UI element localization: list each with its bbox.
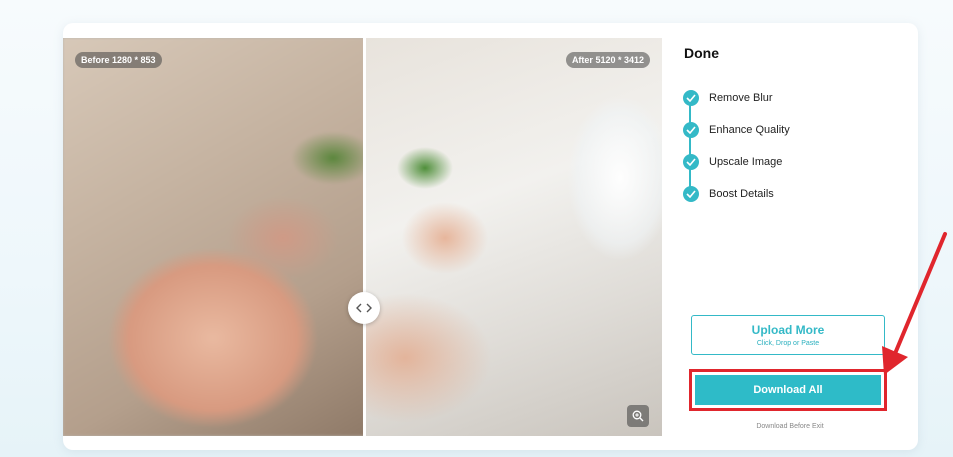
compare-handle[interactable]: [348, 292, 380, 324]
upload-more-label: Upload More: [751, 323, 825, 337]
red-arrow-icon: [882, 232, 947, 375]
check-icon: [683, 186, 699, 202]
download-highlight-box: Download All: [689, 369, 887, 411]
step-label: Enhance Quality: [709, 124, 790, 136]
download-all-button[interactable]: Download All: [695, 375, 881, 405]
zoom-button[interactable]: [627, 405, 649, 427]
after-size-badge: After 5120 * 3412: [565, 52, 650, 68]
step-item: Remove Blur: [683, 89, 773, 107]
upload-more-button[interactable]: Upload More Click, Drop or Paste: [691, 315, 885, 355]
compare-handle-icon: [356, 303, 372, 313]
step-label: Remove Blur: [709, 92, 773, 104]
before-image: [63, 38, 365, 436]
result-card: Before 1280 * 853 After 5120 * 3412 Done…: [63, 23, 918, 450]
check-icon: [683, 122, 699, 138]
before-size-badge: Before 1280 * 853: [75, 52, 162, 68]
download-all-label: Download All: [753, 384, 823, 396]
status-title: Done: [684, 45, 719, 61]
check-icon: [683, 90, 699, 106]
step-label: Upscale Image: [709, 156, 783, 168]
step-item: Upscale Image: [683, 153, 782, 171]
step-item: Boost Details: [683, 185, 774, 203]
check-icon: [683, 154, 699, 170]
step-label: Boost Details: [709, 188, 774, 200]
after-image: [365, 38, 662, 436]
image-compare-view[interactable]: Before 1280 * 853 After 5120 * 3412: [63, 38, 662, 436]
steps-connector: [689, 97, 691, 193]
zoom-in-icon: [632, 410, 644, 422]
download-note: Download Before Exit: [756, 423, 824, 430]
compare-divider[interactable]: [363, 38, 366, 436]
step-item: Enhance Quality: [683, 121, 790, 139]
upload-more-hint: Click, Drop or Paste: [756, 340, 820, 347]
